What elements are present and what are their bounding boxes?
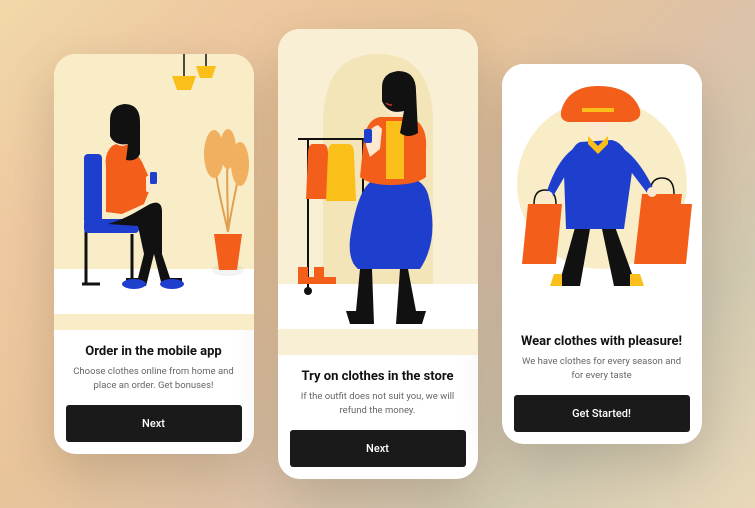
- onboarding-title: Try on clothes in the store: [294, 369, 462, 384]
- text-block-1: Order in the mobile app Choose clothes o…: [54, 330, 254, 405]
- onboarding-description: If the outfit does not suit you, we will…: [294, 390, 462, 418]
- onboarding-description: We have clothes for every season and for…: [518, 355, 686, 383]
- onboarding-screen-1: Order in the mobile app Choose clothes o…: [54, 54, 254, 454]
- next-button[interactable]: Next: [66, 405, 242, 442]
- onboarding-screen-3: Wear clothes with pleasure! We have clot…: [502, 64, 702, 444]
- illustration-order: [54, 54, 254, 330]
- onboarding-title: Order in the mobile app: [70, 344, 238, 359]
- onboarding-screen-2: Try on clothes in the store If the outfi…: [278, 29, 478, 479]
- next-button[interactable]: Next: [290, 430, 466, 467]
- onboarding-title: Wear clothes with pleasure!: [518, 334, 686, 349]
- text-block-3: Wear clothes with pleasure! We have clot…: [502, 320, 702, 395]
- illustration-shopping: [502, 64, 702, 320]
- get-started-button[interactable]: Get Started!: [514, 395, 690, 432]
- onboarding-description: Choose clothes online from home and plac…: [70, 365, 238, 393]
- text-block-2: Try on clothes in the store If the outfi…: [278, 355, 478, 430]
- illustration-tryon: [278, 29, 478, 355]
